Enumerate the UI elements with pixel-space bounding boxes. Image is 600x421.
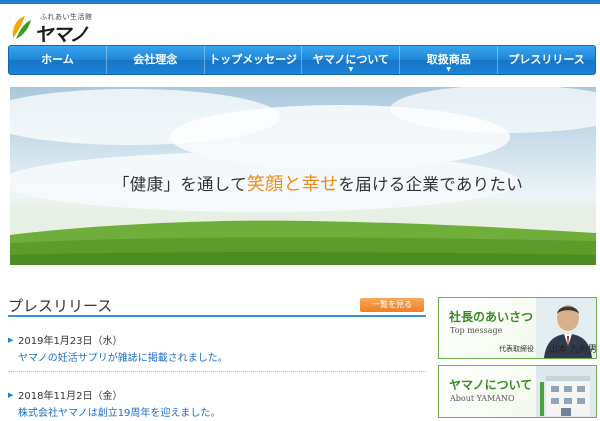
leaf-logo-icon bbox=[12, 16, 31, 39]
building-photo bbox=[536, 366, 596, 417]
news-date: 2019年1月23日（水） bbox=[18, 336, 123, 347]
hero-tagline-accent: 笑顔と幸せ bbox=[246, 174, 339, 195]
news-date: 2018年11月2日（金） bbox=[18, 391, 123, 402]
nav-products[interactable]: 取扱商品 ▼ bbox=[400, 46, 499, 74]
ceo-greeting-title: 社長のあいさつ bbox=[449, 310, 534, 324]
press-section-title: プレスリリース bbox=[8, 297, 113, 315]
nav-press[interactable]: プレスリリース bbox=[498, 46, 595, 74]
chevron-down-icon: ▼ bbox=[446, 66, 452, 73]
nav-about[interactable]: ヤマノについて ▼ bbox=[302, 46, 401, 74]
hero-banner: 「健康」を通して笑顔と幸せを届ける企業でありたい bbox=[10, 87, 596, 265]
logo-name: ヤマノ bbox=[34, 24, 88, 46]
ceo-greeting-card[interactable]: 社長のあいさつ Top message 代表取締役 山本 九州男 bbox=[438, 297, 597, 359]
top-accent-bar bbox=[0, 0, 600, 4]
hero-tagline: 「健康」を通して笑顔と幸せを届ける企業でありたい bbox=[113, 174, 524, 195]
bullet-arrow-icon: ▶ bbox=[8, 391, 14, 399]
news-link[interactable]: ヤマノの妊活サプリが雑誌に掲載されました。 bbox=[18, 349, 228, 364]
about-yamano-card[interactable]: ヤマノについて About YAMANO bbox=[438, 365, 597, 418]
about-subtitle: About YAMANO bbox=[450, 394, 515, 403]
news-link[interactable]: 株式会社ヤマノは創立19周年を迎えました。 bbox=[18, 404, 220, 419]
about-title: ヤマノについて bbox=[449, 378, 533, 392]
bullet-arrow-icon: ▶ bbox=[8, 336, 14, 344]
nav-top-message[interactable]: トップメッセージ bbox=[205, 46, 303, 74]
nav-philosophy[interactable]: 会社理念 bbox=[107, 46, 205, 74]
news-divider bbox=[8, 371, 426, 372]
nav-home[interactable]: ホーム bbox=[9, 46, 107, 74]
view-all-button[interactable]: 一覧を見る bbox=[360, 298, 424, 312]
news-item: ▶ 2019年1月23日（水） ヤマノの妊活サプリが雑誌に掲載されました。 bbox=[8, 332, 426, 372]
site-logo[interactable]: ふれあい生活館 ヤマノ bbox=[10, 10, 130, 46]
news-item: ▶ 2018年11月2日（金） 株式会社ヤマノは創立19周年を迎えました。 bbox=[8, 387, 426, 421]
main-nav: ホーム 会社理念 トップメッセージ ヤマノについて ▼ 取扱商品 ▼ プレスリリース bbox=[8, 45, 596, 75]
press-divider bbox=[8, 315, 426, 317]
ceo-role: 代表取締役 bbox=[499, 345, 534, 353]
chevron-down-icon: ▼ bbox=[348, 66, 354, 73]
ceo-greeting-subtitle: Top message bbox=[450, 326, 503, 335]
ceo-name: 山本 九州男 bbox=[549, 345, 597, 355]
